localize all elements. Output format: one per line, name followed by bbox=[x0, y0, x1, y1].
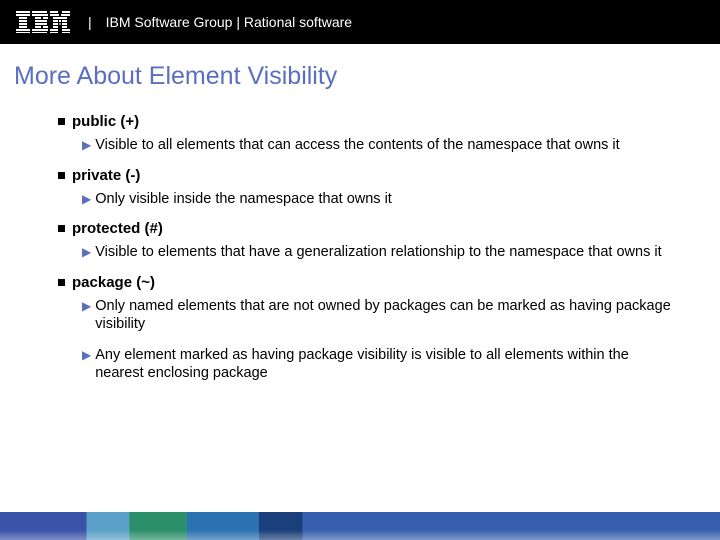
square-bullet-icon bbox=[58, 172, 65, 179]
header-separator: | bbox=[88, 14, 92, 30]
footer bbox=[0, 504, 720, 540]
list-item: private (-) ▶ Only visible inside the na… bbox=[58, 167, 678, 209]
slide: | IBM Software Group | Rational software… bbox=[0, 0, 720, 540]
footer-band bbox=[0, 512, 720, 540]
content-area: More About Element Visibility public (+)… bbox=[0, 44, 720, 504]
sub-list: ▶ Visible to all elements that can acces… bbox=[58, 136, 678, 155]
header-text: IBM Software Group | Rational software bbox=[106, 14, 352, 30]
list-item: protected (#) ▶ Visible to elements that… bbox=[58, 220, 678, 262]
arrow-bullet-icon: ▶ bbox=[82, 348, 91, 363]
sub-list-item: ▶ Only visible inside the namespace that… bbox=[82, 190, 678, 209]
list-item-label: protected (#) bbox=[72, 220, 163, 237]
sub-list: ▶ Only visible inside the namespace that… bbox=[58, 190, 678, 209]
sub-list-item: ▶ Any element marked as having package v… bbox=[82, 346, 678, 383]
sub-list-text: Any element marked as having package vis… bbox=[95, 346, 678, 383]
square-bullet-icon bbox=[58, 279, 65, 286]
list-item-head: package (~) bbox=[58, 274, 678, 291]
sub-list-item: ▶ Visible to all elements that can acces… bbox=[82, 136, 678, 155]
list-item-label: public (+) bbox=[72, 113, 139, 130]
list-item-head: private (-) bbox=[58, 167, 678, 184]
arrow-bullet-icon: ▶ bbox=[82, 299, 91, 314]
arrow-bullet-icon: ▶ bbox=[82, 192, 91, 207]
bullet-list: public (+) ▶ Visible to all elements tha… bbox=[10, 113, 710, 383]
arrow-bullet-icon: ▶ bbox=[82, 245, 91, 260]
square-bullet-icon bbox=[58, 118, 65, 125]
list-item-head: public (+) bbox=[58, 113, 678, 130]
sub-list-text: Only named elements that are not owned b… bbox=[95, 297, 678, 334]
sub-list-text: Only visible inside the namespace that o… bbox=[95, 190, 392, 209]
list-item-label: package (~) bbox=[72, 274, 155, 291]
sub-list: ▶ Visible to elements that have a genera… bbox=[58, 243, 678, 262]
sub-list-item: ▶ Only named elements that are not owned… bbox=[82, 297, 678, 334]
sub-list-text: Visible to all elements that can access … bbox=[95, 136, 619, 155]
list-item: package (~) ▶ Only named elements that a… bbox=[58, 274, 678, 383]
arrow-bullet-icon: ▶ bbox=[82, 138, 91, 153]
ibm-logo bbox=[16, 11, 70, 33]
list-item-label: private (-) bbox=[72, 167, 140, 184]
sub-list: ▶ Only named elements that are not owned… bbox=[58, 297, 678, 383]
sub-list-item: ▶ Visible to elements that have a genera… bbox=[82, 243, 678, 262]
list-item-head: protected (#) bbox=[58, 220, 678, 237]
header-bar: | IBM Software Group | Rational software bbox=[0, 0, 720, 44]
square-bullet-icon bbox=[58, 225, 65, 232]
slide-title: More About Element Visibility bbox=[14, 62, 710, 91]
list-item: public (+) ▶ Visible to all elements tha… bbox=[58, 113, 678, 155]
sub-list-text: Visible to elements that have a generali… bbox=[95, 243, 661, 262]
